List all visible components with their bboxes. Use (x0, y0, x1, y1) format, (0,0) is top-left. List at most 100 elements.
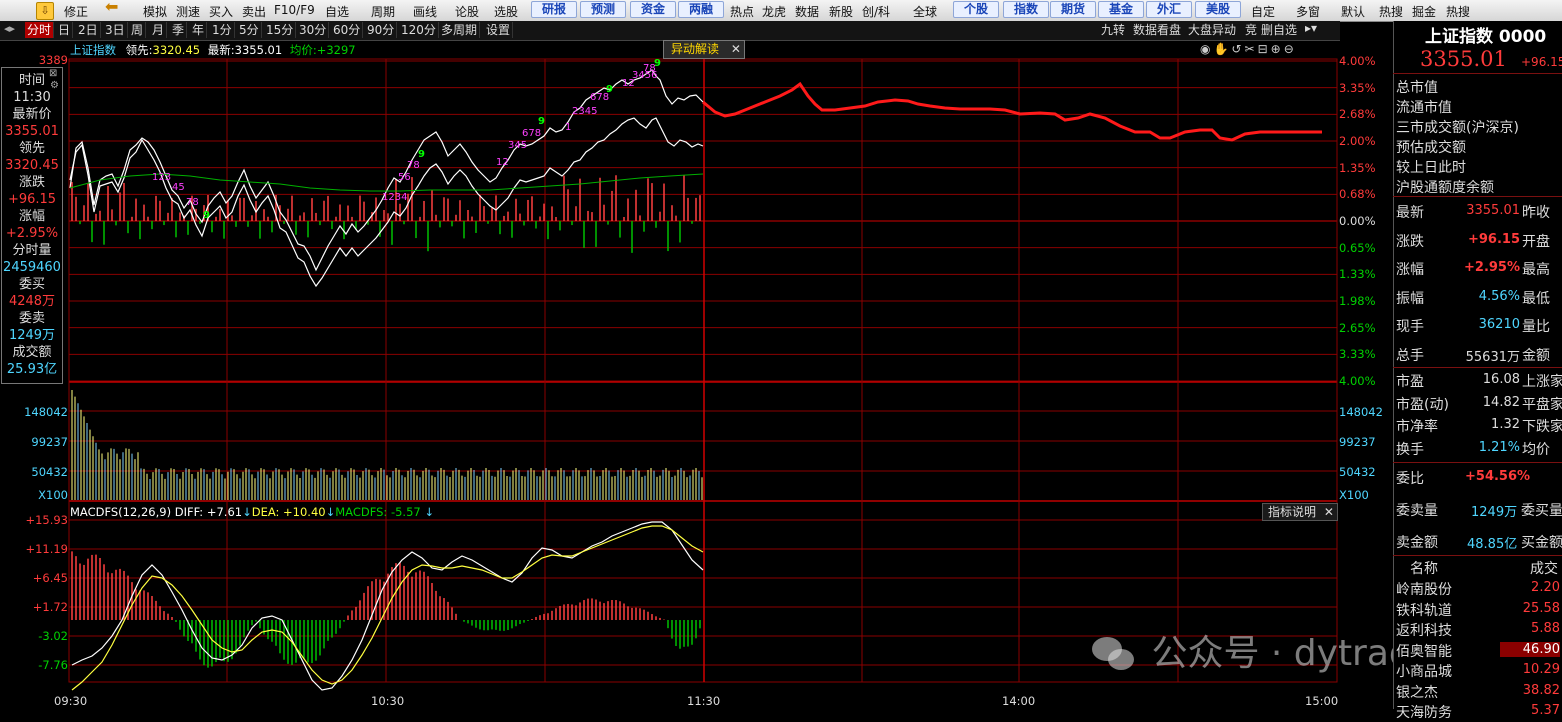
toolbar-item-index[interactable]: 指数 (1003, 1, 1050, 18)
tab-datawatch[interactable]: 数据看盘 (1133, 22, 1181, 38)
market-stat-label: 较上日此时 (1396, 160, 1466, 176)
toolbar-item-default[interactable]: 默认 (1341, 3, 1365, 20)
valuation-value: 1.32 (1491, 417, 1520, 432)
tab-90min[interactable]: 90分 (365, 22, 398, 38)
tab-nineturn[interactable]: 九转 (1101, 22, 1125, 38)
toolbar-item-simulate[interactable]: 模拟 (143, 3, 167, 20)
right-axis-tick: 0.65% (1339, 240, 1376, 255)
nine-turn-mark: 2345 (572, 106, 597, 117)
tab-settings[interactable]: 设置 (484, 22, 514, 38)
toolbar-item-period[interactable]: 周期 (371, 3, 395, 20)
toolbar-item-multiwin[interactable]: 多窗 (1296, 3, 1320, 20)
chart-scroll-arrows-icon[interactable]: ◂▸ (4, 22, 15, 35)
quote-value: 36210 (1478, 317, 1520, 332)
toolbar-item-forecast[interactable]: 预测 (580, 1, 627, 18)
close-icon[interactable]: ✕ (1324, 505, 1334, 519)
eye-icon[interactable]: ◉ (1200, 42, 1213, 56)
zoom-out-icon[interactable]: ⊖ (1284, 42, 1297, 56)
toolbar-item-custom[interactable]: 自定 (1251, 3, 1275, 20)
tab-60min[interactable]: 60分 (331, 22, 364, 38)
price-lines (69, 69, 1322, 288)
stock-name[interactable]: 铁科轨道 (1396, 600, 1452, 620)
nine-turn-mark: 9 (203, 210, 210, 221)
scissors-icon[interactable]: ✂ (1245, 42, 1258, 56)
chevron-down-icon[interactable]: ▸▾ (1305, 21, 1317, 35)
tab-intraday[interactable]: 分时 (25, 22, 55, 38)
toolbar-item-star[interactable]: 创/科 (862, 3, 890, 20)
anomaly-popup-button[interactable]: 异动解读 ✕ (663, 40, 745, 59)
stock-name[interactable]: 银之杰 (1396, 682, 1438, 702)
lock-icon[interactable]: ⊟ (1258, 42, 1271, 56)
tab-remove-watch[interactable]: 删自选 (1261, 22, 1297, 38)
toolbar-item-global[interactable]: 全球 (913, 3, 937, 20)
stock-name[interactable]: 天海防务 (1396, 702, 1452, 722)
weibi-value: +54.56% (1465, 469, 1531, 484)
toolbar-item-screener[interactable]: 选股 (494, 3, 518, 20)
macd-title: MACDFS(12,26,9) (70, 505, 172, 519)
tab-5min[interactable]: 5分 (237, 22, 262, 38)
stock-name[interactable]: 返利科技 (1396, 620, 1452, 640)
toolbar-item-revise[interactable]: 修正 (64, 3, 88, 20)
back-arrow-icon[interactable]: ⬅ (105, 0, 127, 15)
toolbar-item-hot[interactable]: 热点 (730, 3, 754, 20)
left-axis-top: 3389 (38, 53, 68, 67)
toolbar-item-us[interactable]: 美股 (1195, 1, 1242, 18)
stock-name[interactable]: 岭南股份 (1396, 579, 1452, 599)
tab-30min[interactable]: 30分 (297, 22, 330, 38)
toolbar-item-fund[interactable]: 基金 (1098, 1, 1145, 18)
zoom-in-icon[interactable]: ⊕ (1271, 42, 1284, 56)
down-arrow-icon[interactable]: ⇩ (36, 2, 54, 20)
toolbar-item-futures[interactable]: 期货 (1050, 1, 1097, 18)
undo-icon[interactable]: ↺ (1231, 42, 1244, 56)
toolbar-item-hotsearch[interactable]: 热搜 (1379, 3, 1403, 20)
toolbar-item-forex[interactable]: 外汇 (1146, 1, 1193, 18)
toolbar-item-buy[interactable]: 买入 (209, 3, 233, 20)
quote-value: +2.95% (1464, 260, 1520, 275)
toolbar-item-research[interactable]: 研报 (531, 1, 578, 18)
toolbar-item-dragon[interactable]: 龙虎 (762, 3, 786, 20)
tab-3day[interactable]: 3日 (103, 22, 128, 38)
tab-bid[interactable]: 竞 (1245, 22, 1257, 38)
toolbar-item-forum[interactable]: 论股 (455, 3, 479, 20)
quote-value: 3355.01 (1466, 203, 1520, 218)
tab-120min[interactable]: 120分 (399, 22, 439, 38)
tab-year[interactable]: 年 (190, 22, 208, 38)
tab-multiperiod[interactable]: 多周期 (439, 22, 481, 38)
tab-market-anomaly[interactable]: 大盘异动 (1188, 22, 1236, 38)
tab-15min[interactable]: 15分 (264, 22, 297, 38)
toolbar-item-speedtest[interactable]: 测速 (176, 3, 200, 20)
toolbar-item-hotsearch2[interactable]: 热搜 (1446, 3, 1470, 20)
toolbar-item-watchlist[interactable]: 自选 (325, 3, 349, 20)
stock-volume: 38.82 (1522, 682, 1560, 698)
toolbar-item-funds[interactable]: 资金 (630, 1, 677, 18)
indicator-explain-button[interactable]: 指标说明 ✕ (1262, 503, 1338, 521)
toolbar-item-draw[interactable]: 画线 (413, 3, 437, 20)
toolbar-item-stock[interactable]: 个股 (953, 1, 1000, 18)
tab-month[interactable]: 月 (150, 22, 168, 38)
gear-icon[interactable]: ⚙ (50, 80, 59, 91)
stock-name[interactable]: 小商品城 (1396, 661, 1452, 681)
right-axis-tick: 0.00% (1339, 214, 1376, 228)
tab-week[interactable]: 周 (129, 22, 147, 38)
chart-tools: ◉✋↺✂⊟⊕⊖ (1200, 42, 1297, 56)
tab-day[interactable]: 日 (56, 22, 74, 38)
toolbar-item-sell[interactable]: 卖出 (242, 3, 266, 20)
nine-turn-mark: 78 (407, 160, 420, 171)
toolbar-item-dig[interactable]: 掘金 (1412, 3, 1436, 20)
tab-2day[interactable]: 2日 (76, 22, 101, 38)
close-icon[interactable]: ⊠ (49, 68, 57, 79)
stock-name[interactable]: 佰奥智能 (1396, 641, 1452, 661)
quote-label: 现手 (1396, 319, 1424, 335)
lead-value: 3320.45 (152, 43, 201, 57)
ask-volume-value: 1249万 (1471, 505, 1518, 520)
toolbar-item-ipo[interactable]: 新股 (829, 3, 853, 20)
toolbar-item-data[interactable]: 数据 (795, 3, 819, 20)
tab-season[interactable]: 季 (170, 22, 188, 38)
right-axis-tick: 2.68% (1339, 107, 1376, 122)
index-name: 上证指数 (70, 43, 116, 57)
tab-1min[interactable]: 1分 (210, 22, 235, 38)
toolbar-item-f10[interactable]: F10/F9 (274, 3, 315, 17)
hand-icon[interactable]: ✋ (1213, 42, 1231, 56)
toolbar-item-margin[interactable]: 两融 (678, 1, 725, 18)
close-icon[interactable]: ✕ (731, 42, 741, 56)
